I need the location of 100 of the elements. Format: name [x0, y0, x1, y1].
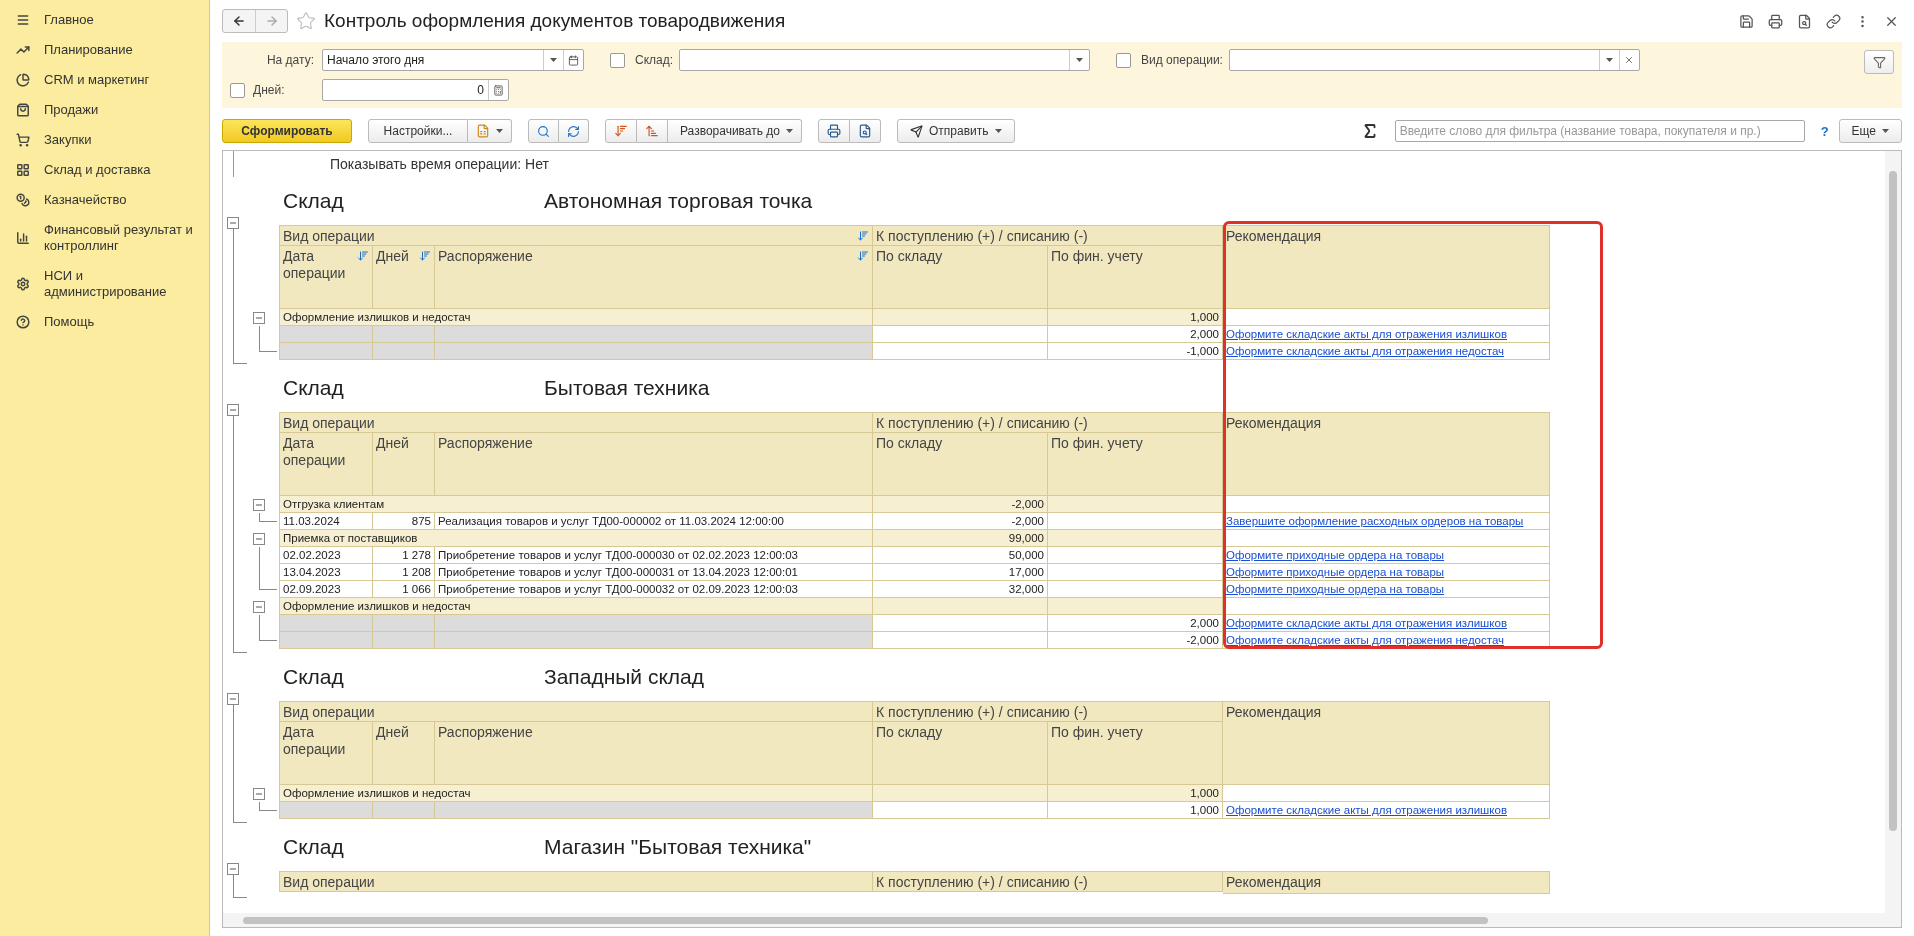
- sidebar-item[interactable]: Помощь: [0, 314, 209, 330]
- search-field[interactable]: Введите слово для фильтра (название товара, покупателя и пр.): [1394, 120, 1805, 142]
- collapse-icon[interactable]: [253, 311, 265, 324]
- section-label: Склад: [283, 189, 345, 213]
- column-header: Вид операции: [279, 701, 873, 722]
- collapse-icon[interactable]: [253, 532, 265, 545]
- recommendation-link[interactable]: Оформите складские акты для отражения излишков: [1226, 328, 1507, 340]
- table-cell: [373, 615, 435, 632]
- group-title: Оформление излишков и недостач: [279, 785, 873, 802]
- table-cell: 1,000: [1048, 309, 1223, 326]
- sidebar-item[interactable]: Склад и доставка: [0, 162, 209, 178]
- collapse-icon[interactable]: [253, 600, 265, 613]
- section-name: Бытовая техника: [544, 376, 710, 400]
- column-header: Рекомендация: [1223, 701, 1550, 785]
- more-button[interactable]: Еще: [1838, 119, 1902, 143]
- help-link[interactable]: ?: [1820, 123, 1829, 139]
- sort-icon[interactable]: [857, 230, 869, 242]
- column-header: Дата операции: [279, 722, 373, 785]
- collapse-icon[interactable]: [253, 498, 265, 511]
- search-button[interactable]: [528, 119, 559, 143]
- column-header: Рекомендация: [1223, 412, 1550, 496]
- recommendation-link[interactable]: Оформите складские акты для отражения недостач: [1226, 634, 1505, 646]
- table-cell: 32,000: [873, 581, 1048, 598]
- horizontal-scrollbar[interactable]: [223, 913, 1901, 927]
- sort-icon[interactable]: [419, 250, 431, 262]
- days-field[interactable]: 0: [322, 79, 509, 101]
- group-title: Отгрузка клиентам: [279, 496, 873, 513]
- recommendation-link[interactable]: Оформите складские акты для отражения недостач: [1226, 345, 1505, 357]
- checkbox[interactable]: [230, 82, 245, 98]
- expand-all-button[interactable]: [605, 119, 637, 143]
- caret-icon: [496, 129, 503, 133]
- collapse-icon[interactable]: [227, 863, 239, 875]
- recommendation-link[interactable]: Оформите приходные ордера на товары: [1226, 566, 1445, 578]
- sort-icon[interactable]: [857, 250, 869, 262]
- table-cell: 99,000: [873, 530, 1048, 547]
- section-label: Склад: [283, 376, 345, 400]
- recommendation-link[interactable]: Оформите приходные ордера на товары: [1226, 583, 1445, 595]
- column-header: По складу: [873, 722, 1048, 785]
- sort-down-icon: [614, 124, 628, 138]
- expand-to-button[interactable]: Разворачивать до: [668, 119, 802, 143]
- sidebar-item[interactable]: Закупки: [0, 132, 209, 148]
- warehouse-field[interactable]: [679, 49, 1091, 71]
- table-cell: -2,000: [873, 496, 1048, 513]
- recommendation-link[interactable]: Оформите складские акты для отражения излишков: [1226, 617, 1507, 629]
- checkbox[interactable]: [610, 52, 625, 68]
- section-name: Автономная торговая точка: [544, 189, 813, 213]
- table-cell: 2,000: [1048, 615, 1223, 632]
- settings-button[interactable]: Настройки...: [368, 119, 468, 143]
- collapse-icon[interactable]: [253, 787, 265, 800]
- table-cell: 50,000: [873, 547, 1048, 564]
- print-button[interactable]: [818, 119, 850, 143]
- table-cell: -2,000: [1048, 632, 1223, 649]
- sidebar-item[interactable]: Главное: [0, 12, 209, 28]
- sidebar-item[interactable]: НСИ и администрирование: [0, 268, 209, 300]
- refresh-search-button[interactable]: [559, 119, 589, 143]
- generate-button[interactable]: Сформировать: [222, 119, 352, 143]
- window-title: Контроль оформления документов товародвижения: [324, 10, 786, 32]
- table-cell: 13.04.2023: [279, 564, 373, 581]
- recommendation-link[interactable]: Оформите приходные ордера на товары: [1226, 549, 1445, 561]
- send-button[interactable]: Отправить: [897, 119, 1015, 143]
- table-cell: 02.02.2023: [279, 547, 373, 564]
- operation-type-field[interactable]: [1228, 49, 1640, 71]
- bag-icon: [16, 103, 30, 117]
- table-cell: 1,000: [1048, 785, 1223, 802]
- preview-button[interactable]: [850, 119, 881, 143]
- help-icon: [16, 315, 30, 329]
- recommendation-link[interactable]: Оформите складские акты для отражения излишков: [1226, 804, 1507, 816]
- star-icon[interactable]: [296, 11, 316, 31]
- column-header: По фин. учету: [1048, 246, 1223, 309]
- tree-line: [259, 513, 277, 522]
- sidebar-item[interactable]: Казначейство: [0, 192, 209, 208]
- collapse-icon[interactable]: [227, 217, 239, 229]
- sort-icon[interactable]: [357, 250, 369, 262]
- caret-icon: [1882, 129, 1889, 133]
- clear-icon[interactable]: [1624, 55, 1635, 65]
- link-icon: [1826, 13, 1841, 29]
- filter-button[interactable]: [1864, 50, 1894, 74]
- column-header: Рекомендация: [1223, 871, 1550, 894]
- sidebar-item[interactable]: Планирование: [0, 42, 209, 58]
- variants-button[interactable]: [468, 119, 512, 143]
- date-field[interactable]: Начало этого дня: [322, 49, 584, 71]
- sidebar-item[interactable]: Финансовый результат и контроллинг: [0, 222, 209, 254]
- table-cell: 1,000: [1048, 802, 1223, 819]
- table-cell: 2,000: [1048, 326, 1223, 343]
- collapse-icon[interactable]: [227, 404, 239, 416]
- collapse-all-button[interactable]: [637, 119, 668, 143]
- table-cell: Приобретение товаров и услуг ТД00-000031 от 13.04.2023 12:00:01: [435, 564, 873, 581]
- cart-icon: [16, 133, 30, 147]
- checkbox[interactable]: [1116, 52, 1132, 68]
- recommendation-link[interactable]: Завершите оформление расходных ордеров на товары: [1226, 515, 1524, 527]
- table-cell: 1 208: [373, 564, 435, 581]
- preview-icon: [858, 124, 872, 138]
- printer-icon: [827, 124, 841, 138]
- calculator-icon[interactable]: [493, 84, 504, 96]
- calendar-icon[interactable]: [568, 54, 579, 66]
- collapse-icon[interactable]: [227, 693, 239, 705]
- vertical-scrollbar[interactable]: [1885, 151, 1901, 913]
- sidebar-item[interactable]: Продажи: [0, 102, 209, 118]
- sidebar-item[interactable]: CRM и маркетинг: [0, 72, 209, 88]
- table-cell: -1,000: [1048, 343, 1223, 360]
